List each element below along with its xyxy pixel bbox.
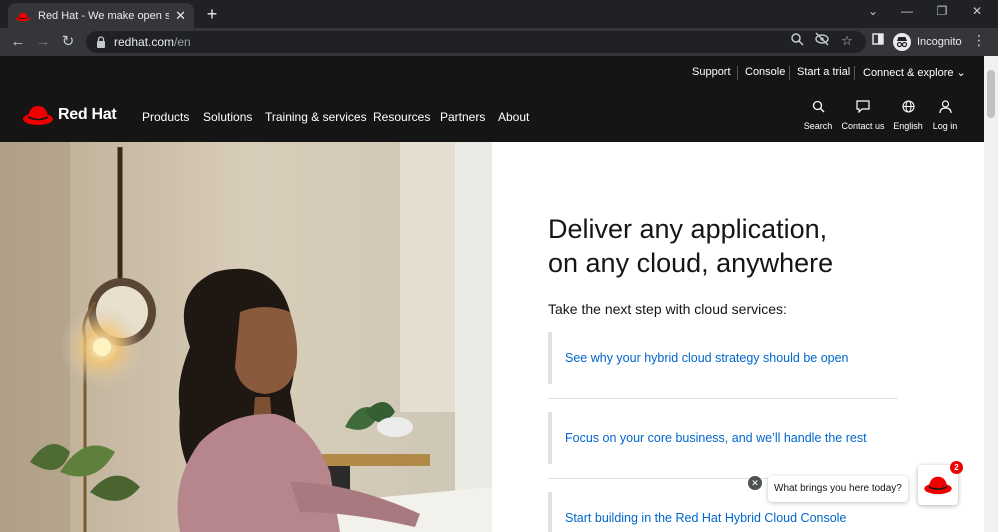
tab-close-icon[interactable]: ✕	[175, 8, 186, 24]
url-path: /en	[174, 35, 191, 49]
cta-hybrid-cloud-link[interactable]: See why your hybrid cloud strategy shoul…	[548, 332, 898, 384]
nav-language-button[interactable]: English	[893, 100, 923, 134]
cta-accent-bar	[548, 412, 552, 464]
minimize-icon[interactable]: —	[892, 4, 922, 18]
browser-toolbar: ← → ↻ redhat.com/en ☆ Incognito ⋮	[0, 28, 998, 56]
nav-about[interactable]: About	[498, 110, 529, 124]
reload-icon[interactable]: ↻	[58, 32, 78, 52]
browser-tab[interactable]: Red Hat - We make open source ✕	[8, 3, 194, 28]
chat-prompt-bubble[interactable]: What brings you here today?	[768, 476, 908, 502]
scrollbar-track[interactable]	[984, 56, 998, 532]
zoom-icon[interactable]	[788, 32, 806, 50]
scrollbar-thumb[interactable]	[987, 70, 995, 118]
back-icon[interactable]: ←	[8, 32, 28, 52]
browser-menu-icon[interactable]: ⋮	[972, 32, 986, 49]
user-icon	[938, 100, 952, 113]
utility-support-link[interactable]: Support	[692, 66, 731, 78]
nav-resources[interactable]: Resources	[373, 110, 430, 124]
nav-training-services[interactable]: Training & services	[265, 110, 367, 124]
nav-partners[interactable]: Partners	[440, 110, 485, 124]
cta-divider	[548, 398, 898, 399]
nav-language-label: English	[893, 121, 923, 131]
globe-icon	[901, 100, 915, 113]
cta-label: See why your hybrid cloud strategy shoul…	[565, 351, 849, 365]
nav-contact-button[interactable]: Contact us	[840, 100, 886, 134]
url-host: redhat.com	[114, 35, 175, 49]
chat-notification-badge: 2	[950, 461, 963, 474]
hero-headline-line1: Deliver any application,	[548, 214, 828, 244]
lock-icon	[97, 36, 105, 48]
nav-products[interactable]: Products	[142, 110, 189, 124]
restore-icon[interactable]: ❐	[927, 4, 957, 18]
incognito-label: Incognito	[917, 36, 962, 48]
redhat-hat-icon	[23, 106, 53, 125]
chat-dismiss-icon[interactable]: ✕	[748, 476, 762, 490]
forward-icon[interactable]: →	[33, 32, 53, 52]
nav-login-label: Log in	[932, 121, 958, 131]
tab-title: Red Hat - We make open source	[38, 9, 170, 22]
address-bar[interactable]: redhat.com/en	[86, 31, 866, 53]
window-close-icon[interactable]: ✕	[962, 4, 992, 18]
incognito-icon	[893, 33, 911, 51]
main-nav: Red Hat Products Solutions Training & se…	[0, 90, 984, 142]
redhat-logo[interactable]: Red Hat	[22, 103, 117, 127]
webpage: Support Console Start a trial Connect & …	[0, 56, 984, 532]
cta-accent-bar	[548, 332, 552, 384]
utility-separator	[789, 66, 790, 80]
brand-name: Red Hat	[58, 106, 117, 123]
search-icon	[812, 100, 824, 113]
browser-tab-bar: Red Hat - We make open source ✕ + ⌄ — ❐ …	[0, 0, 998, 28]
hero-image	[0, 142, 492, 532]
hero-headline: Deliver any application, on any cloud, a…	[548, 212, 888, 280]
nav-contact-label: Contact us	[841, 121, 885, 131]
utility-separator	[737, 66, 738, 80]
utility-connect-explore-menu[interactable]: Connect & explore ⌄	[863, 66, 966, 79]
hero-subheading: Take the next step with cloud services:	[548, 301, 787, 317]
redhat-hat-icon	[924, 476, 952, 495]
redhat-favicon-icon	[16, 12, 30, 21]
hero-headline-line2: on any cloud, anywhere	[548, 248, 834, 278]
side-panel-icon[interactable]	[869, 32, 887, 50]
bookmark-star-icon[interactable]: ☆	[838, 32, 856, 50]
incognito-indicator[interactable]: Incognito	[893, 32, 962, 52]
utility-trial-link[interactable]: Start a trial	[797, 66, 850, 78]
nav-solutions[interactable]: Solutions	[203, 110, 252, 124]
cta-core-business-link[interactable]: Focus on your core business, and we’ll h…	[548, 412, 898, 464]
utility-separator	[854, 66, 855, 80]
nav-search-label: Search	[803, 121, 833, 131]
utility-console-link[interactable]: Console	[745, 66, 785, 78]
cta-label: Focus on your core business, and we’ll h…	[565, 431, 867, 445]
new-tab-button[interactable]: +	[202, 4, 222, 24]
nav-login-button[interactable]: Log in	[930, 100, 960, 134]
chat-bubble-icon	[856, 100, 870, 113]
cta-label: Start building in the Red Hat Hybrid Clo…	[565, 511, 847, 525]
tracking-protection-icon[interactable]	[813, 32, 831, 50]
tab-search-icon[interactable]: ⌄	[858, 4, 888, 18]
cta-accent-bar	[548, 492, 552, 532]
nav-search-button[interactable]: Search	[803, 100, 833, 134]
utility-nav: Support Console Start a trial Connect & …	[0, 56, 984, 90]
